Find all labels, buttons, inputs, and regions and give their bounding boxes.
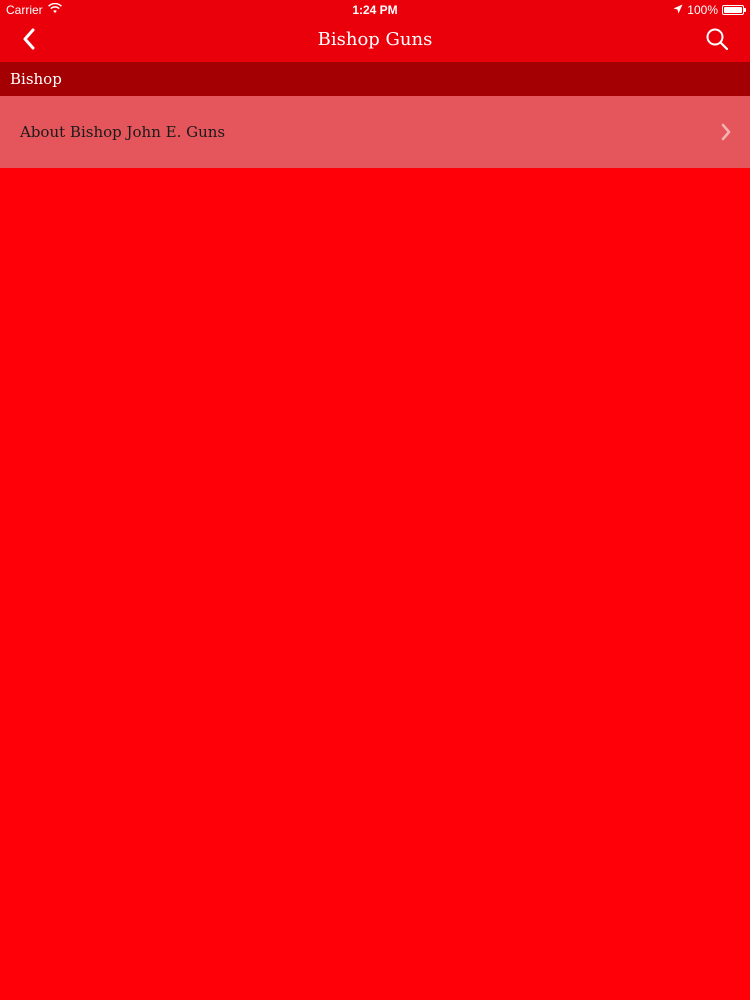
list-item-about-bishop[interactable]: About Bishop John E. Guns [0, 96, 750, 168]
list-item-label: About Bishop John E. Guns [20, 123, 226, 141]
content-area [0, 168, 750, 1000]
navigation-bar: Bishop Guns [0, 20, 750, 62]
status-right: 100% [673, 3, 746, 17]
status-bar: Carrier 1:24 PM 100% [0, 0, 750, 20]
search-button[interactable] [702, 27, 732, 55]
section-header: Bishop [0, 62, 750, 96]
page-title: Bishop Guns [317, 29, 433, 50]
search-icon [705, 27, 729, 56]
battery-fill [724, 7, 742, 13]
status-time: 1:24 PM [352, 3, 398, 17]
battery-percent: 100% [687, 3, 718, 17]
battery-icon [722, 5, 746, 15]
location-arrow-icon [673, 3, 683, 17]
chevron-right-icon [720, 122, 732, 142]
